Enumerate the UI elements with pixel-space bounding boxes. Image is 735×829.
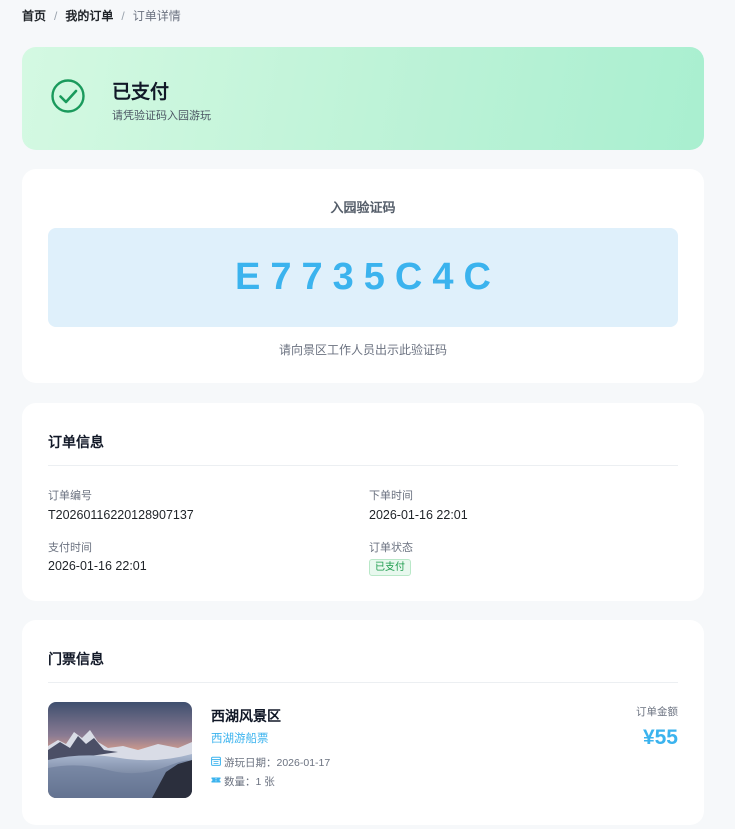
order-amount-value: ¥55: [642, 726, 678, 749]
visit-date-value: 2026-01-17: [276, 756, 331, 769]
breadcrumb-separator: /: [54, 9, 58, 23]
breadcrumb-orders-link[interactable]: 我的订单: [65, 8, 113, 24]
breadcrumb-home-link[interactable]: 首页: [22, 8, 46, 24]
verification-code-hint: 请向景区工作人员出示此验证码: [278, 343, 447, 357]
divider: [48, 682, 678, 683]
scenic-photo: [48, 702, 192, 798]
quantity-label: 数量：: [224, 776, 256, 788]
order-number-label: 订单编号: [48, 490, 92, 502]
quantity-row: 数量： 1 张: [211, 774, 275, 789]
verification-code-box: E7735C4C: [48, 228, 678, 327]
order-created-value: 2026-01-16 22:01: [369, 508, 468, 522]
divider: [48, 465, 678, 466]
order-status-label: 订单状态: [369, 542, 413, 554]
payment-status-banner: 已支付 请凭验证码入园游玩: [22, 47, 704, 150]
breadcrumb-current: 订单详情: [132, 9, 181, 23]
order-info-card: 订单信息 订单编号 T20260116220128907137 下单时间 202…: [22, 403, 704, 601]
scenic-name: 西湖风景区: [211, 708, 281, 724]
ticket-info-card: 门票信息 西湖风景区 西湖游船票 游玩日期： 2026-01-17 数量： 1 …: [22, 620, 704, 825]
status-subtitle: 请凭验证码入园游玩: [112, 110, 211, 122]
payment-time-value: 2026-01-16 22:01: [48, 559, 147, 573]
payment-time-label: 支付时间: [48, 542, 92, 554]
verification-code: E7735C4C: [235, 256, 501, 298]
breadcrumb: 首页 / 我的订单 / 订单详情: [22, 8, 181, 24]
visit-date-label: 游玩日期：: [224, 757, 277, 769]
order-amount-label: 订单金额: [636, 706, 678, 718]
visit-date-row: 游玩日期： 2026-01-17: [211, 755, 330, 770]
order-info-title: 订单信息: [48, 434, 104, 450]
ticket-type: 西湖游船票: [211, 733, 269, 745]
verification-code-card: 入园验证码 E7735C4C 请向景区工作人员出示此验证码: [22, 169, 704, 383]
order-number-value: T20260116220128907137: [48, 508, 194, 522]
check-circle-icon: [50, 78, 86, 114]
order-status-badge: 已支付: [369, 559, 411, 576]
status-title: 已支付: [112, 82, 170, 103]
breadcrumb-separator: /: [121, 9, 125, 23]
order-created-label: 下单时间: [369, 490, 413, 502]
ticket-icon: [211, 775, 224, 788]
calendar-icon: [211, 756, 224, 769]
verification-code-label: 入园验证码: [330, 200, 396, 215]
ticket-info-title: 门票信息: [48, 651, 104, 667]
quantity-value: 1 张: [255, 776, 275, 788]
